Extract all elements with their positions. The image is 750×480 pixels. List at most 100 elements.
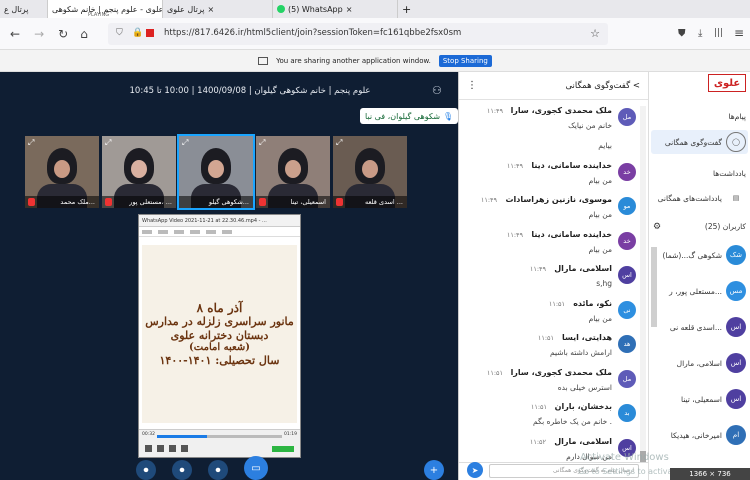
send-icon[interactable]: ➤ (467, 462, 483, 478)
users-icon[interactable]: ⚇ (432, 84, 442, 97)
library-icon[interactable]: ||| (714, 28, 723, 38)
expand-icon[interactable]: ⤢ (182, 138, 188, 148)
stop-sharing-button[interactable]: Stop Sharing (438, 54, 492, 67)
shared-notes-item[interactable]: یادداشت‌های همگانی ▤ (651, 186, 748, 210)
message-time: ۱۱:۴۹ (486, 107, 503, 115)
player-title: WhatsApp Video 2021-11-21 at 22.30.46.mp… (142, 217, 267, 224)
share-screen-button[interactable]: ▭ (244, 456, 268, 480)
seek-bar[interactable] (157, 435, 282, 438)
avatar: اس (618, 266, 636, 284)
menu-icon[interactable]: ≡ (734, 26, 744, 40)
more-icon[interactable]: ⋮ (467, 80, 477, 91)
message-text: خانم من نیایک (568, 121, 612, 130)
poster-school: دبستان دخترانه علوی (170, 328, 269, 342)
address-bar[interactable]: ⛉ 🔒 https://817.6426.ir/html5client/join… (108, 23, 608, 45)
message-time: ۱۱:۴۹ (529, 265, 546, 273)
download-icon[interactable]: ⤓ (698, 28, 702, 39)
player-menu (139, 227, 300, 237)
webcam-tile[interactable]: ⤢ ملک محمد... (25, 136, 99, 208)
message-sender: بدخشان، باران (554, 402, 612, 411)
message-time: ۱۱:۵۱ (548, 299, 565, 308)
browser-tab-bar: پرتال ع علوی - علوم پنجم | خانم شکوهی ..… (0, 0, 750, 18)
message-text: من بیام (588, 313, 612, 323)
expand-icon[interactable]: ⤢ (28, 138, 34, 148)
user-name: امیرخانی، هیدیکا (670, 430, 722, 440)
close-icon[interactable]: × (346, 5, 353, 14)
close-icon[interactable]: × (207, 5, 214, 14)
tab-label: پرتال ع (4, 4, 29, 14)
avatar: مل (618, 108, 636, 126)
whatsapp-icon (277, 5, 285, 13)
tab-class[interactable]: علوی - علوم پنجم | خانم شکوهی ... PLAYIN… (48, 0, 163, 18)
user-list-item[interactable]: امیرخانی، هیدیکا ام (651, 420, 748, 450)
tab-portal[interactable]: پرتال علوی × (163, 0, 273, 18)
message-sender: خداینده سامانی، دینا (531, 160, 612, 170)
notes-icon: ▤ (732, 194, 740, 202)
pocket-icon[interactable]: ⛊ (678, 28, 686, 39)
shared-screen-window: WhatsApp Video 2021-11-21 at 22.30.46.mp… (138, 214, 301, 458)
message-text: من بیام (588, 244, 612, 254)
message-sender: خداینده سامانی، دینا (531, 229, 612, 239)
stop-icon[interactable] (157, 445, 164, 452)
chat-message: هد هدایتی، ایسا ۱۱:۵۱ ارامش داشته باشیم (465, 331, 636, 366)
mic-muted-icon (28, 198, 35, 206)
volume-slider[interactable] (272, 446, 294, 452)
message-text: ارامش داشته باشیم (549, 348, 612, 357)
mic-muted-icon (259, 198, 266, 206)
tab-label: (5) WhatsApp (288, 4, 343, 14)
notes-header: یادداشت‌ها (712, 169, 746, 178)
user-list-item[interactable]: شکوهی گ...(شما) شک (651, 240, 748, 270)
user-list-item[interactable]: اسمعیلی، تینا اس (651, 384, 748, 414)
message-sender: هدایتی، ایسا (562, 333, 612, 342)
expand-icon[interactable]: ⤢ (105, 138, 111, 148)
shield-icon: ⛉ (116, 28, 123, 38)
user-avatar: اس (726, 389, 746, 409)
message-time: ۱۱:۴۹ (480, 196, 497, 204)
user-list-item[interactable]: اسدی قلعه نی... اس (651, 312, 748, 342)
new-tab-button[interactable]: + (398, 0, 415, 18)
user-list-item[interactable]: مستعلی پور، ر... مس (651, 276, 748, 306)
chat-panel: ⋮ گفت‌وگوی همگانی < مل ملک محمدی کجوری، س… (458, 72, 648, 480)
chat-message: مو موسوی، نازنین زهراسادات ۱۱:۴۹ من بیام (465, 193, 636, 228)
user-name: اسمعیلی، تینا (680, 394, 722, 404)
play-icon[interactable] (145, 445, 152, 452)
message-text: استرس خیلی بده (557, 382, 612, 392)
reload-icon[interactable]: ↻ (58, 27, 68, 41)
tab-portal-short[interactable]: پرتال ع (0, 0, 48, 18)
home-icon[interactable]: ⌂ (80, 27, 88, 41)
mute-button[interactable]: ⏺ (136, 460, 156, 480)
chat-header: ⋮ گفت‌وگوی همگانی < (459, 72, 648, 100)
audio-button[interactable]: ⏺ (172, 460, 192, 480)
chat-message: اس اسلامی، مارال ۱۱:۴۹ s,hg (465, 262, 636, 297)
expand-icon[interactable]: ⤢ (259, 138, 265, 148)
gear-icon[interactable]: ⚙ (653, 222, 661, 232)
webcam-tile[interactable]: ⤢ اسمعیلی، تینا (256, 136, 330, 208)
user-avatar: ام (726, 425, 746, 445)
user-list-item[interactable]: اسلامی، مارال اس (651, 348, 748, 378)
next-icon[interactable] (181, 445, 188, 452)
public-chat-label: گفت‌وگوی همگانی (664, 137, 722, 147)
actions-button[interactable]: + (424, 460, 444, 480)
back-icon[interactable]: ← (10, 27, 20, 41)
tab-whatsapp[interactable]: (5) WhatsApp × (273, 0, 398, 18)
prev-icon[interactable] (169, 445, 176, 452)
user-avatar: اس (726, 353, 746, 373)
webcam-tile-selected[interactable]: ⤢ شکوهی گیلو... (177, 134, 255, 210)
video-button[interactable]: ⏺ (208, 460, 228, 480)
star-icon[interactable]: ☆ (590, 27, 600, 40)
message-sender: اسلامی، مارال (554, 264, 612, 273)
activate-windows-sub: Go to Settings to activate (578, 467, 681, 476)
webcam-name: شکوهی گیلو... (179, 196, 253, 208)
message-sender: ملک محمدی کجوری، سارا (510, 106, 612, 115)
avatar: هد (618, 335, 636, 353)
seek-bar-fill (157, 435, 207, 438)
public-chat-item[interactable]: گفت‌وگوی همگانی ◯ (651, 130, 748, 154)
forward-icon[interactable]: → (34, 27, 44, 41)
webcam-tile[interactable]: ⤢ اسدی قلعه ... (333, 136, 407, 208)
message-text: من بیام (588, 210, 612, 219)
expand-icon[interactable]: ⤢ (336, 138, 342, 148)
webcam-tile[interactable]: ⤢ مستعلی پور، ... (102, 136, 176, 208)
user-name: اسلامی، مارال (676, 358, 722, 368)
chat-scrollbar[interactable] (640, 106, 646, 476)
video-frame: ۸ آذر ماه مانور سراسری زلزله در مدارس دب… (142, 245, 297, 423)
